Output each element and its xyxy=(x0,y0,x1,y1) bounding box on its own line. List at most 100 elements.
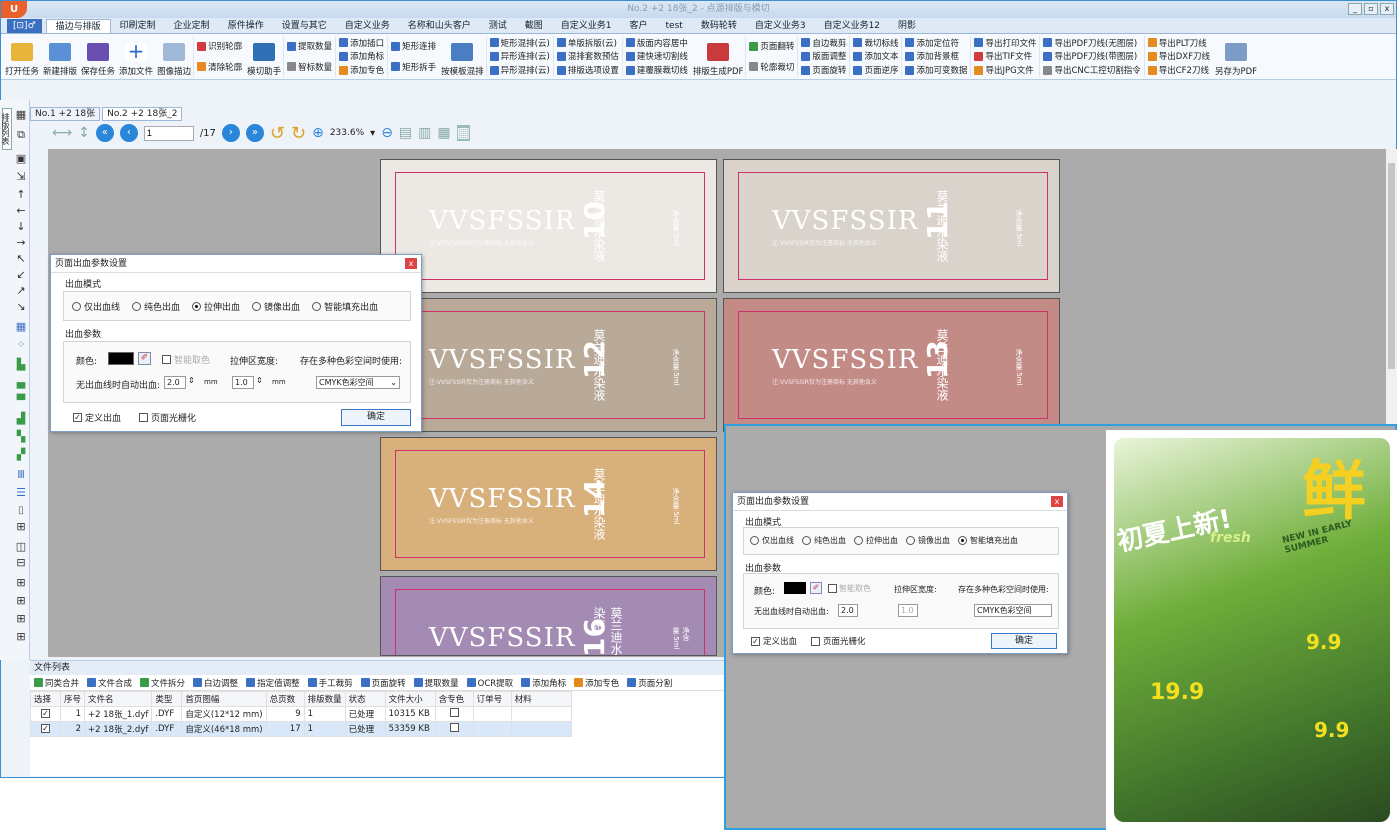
view-double-icon[interactable]: ▥ xyxy=(418,125,431,141)
tab-13[interactable]: 自定义业务3 xyxy=(746,19,815,33)
minimize-button[interactable]: _ xyxy=(1348,3,1362,15)
export-tif-button[interactable]: 导出TIF文件 xyxy=(974,50,1036,63)
align-left-icon[interactable]: ▙ xyxy=(15,358,27,371)
tab-4[interactable]: 设置与其它 xyxy=(273,19,336,33)
app-menu-button[interactable]: [⊡]♂ xyxy=(7,19,42,33)
tab-7[interactable]: 测试 xyxy=(480,19,516,33)
page-number-input[interactable] xyxy=(143,125,194,141)
export-cf2-button[interactable]: 导出CF2刀线 xyxy=(1147,64,1210,77)
table-icon[interactable]: ⊞ xyxy=(15,576,27,589)
table4-icon[interactable]: ⊞ xyxy=(15,630,27,643)
rect-split-button[interactable]: 矩形拆手 xyxy=(391,60,436,73)
colorspace-select[interactable]: CMYK色彩空间 ⌄ xyxy=(316,376,400,389)
arrow-ne-icon[interactable]: ↗ xyxy=(15,284,27,297)
auto-bleed-input[interactable]: 2.0 xyxy=(164,376,186,389)
label-card[interactable]: VVSFSSIR 注:VVSFSSIR仅为注册商标 无其他含义 13 莫兰迪水染液 净含… xyxy=(723,298,1060,432)
filelist-tool-10[interactable]: 添加专色 xyxy=(574,677,619,689)
zoom-level[interactable]: 233.6% xyxy=(330,128,364,138)
mode1-radio-2[interactable]: 拉伸出血 xyxy=(192,300,240,313)
new-layout-button[interactable]: 新建排版 xyxy=(41,36,79,77)
tab-10[interactable]: 客户 xyxy=(621,19,657,33)
col-header[interactable]: 总页数 xyxy=(265,691,305,707)
col-header[interactable]: 含专色 xyxy=(434,691,474,707)
tab-8[interactable]: 截图 xyxy=(516,19,552,33)
mode1-radio-4[interactable]: 智能填充出血 xyxy=(312,300,378,313)
doc-tab-1[interactable]: No.1 +2 18张 xyxy=(30,107,101,121)
shape-tile-cloud-button[interactable]: 异形连排(云) xyxy=(489,50,550,63)
rotate-right-icon[interactable]: ↻ xyxy=(291,123,306,144)
zoom-in-icon[interactable]: ⊕ xyxy=(312,125,324,141)
col-header[interactable]: 序号 xyxy=(59,691,86,707)
row-count[interactable]: 1 xyxy=(303,721,346,737)
last-page-icon[interactable]: » xyxy=(245,124,264,142)
layout-options-button[interactable]: 排版选项设置 xyxy=(556,64,619,77)
view-single-icon[interactable]: ▤ xyxy=(399,125,412,141)
tab-3[interactable]: 原件操作 xyxy=(219,19,273,33)
dialog-close-button[interactable]: x xyxy=(405,258,417,269)
col-header[interactable]: 排版数量 xyxy=(303,691,346,707)
arrow-se-icon[interactable]: ↘ xyxy=(15,300,27,313)
table3-icon[interactable]: ⊞ xyxy=(15,612,27,625)
rows-icon[interactable]: ☰ xyxy=(15,486,27,499)
align-bottom-icon[interactable]: ▄ xyxy=(15,376,27,389)
tab-15[interactable]: 阴影 xyxy=(889,19,925,33)
col-header[interactable]: 首页图幅 xyxy=(181,691,267,707)
eyedropper2-icon[interactable]: ✐ xyxy=(810,582,822,594)
tab-2[interactable]: 企业定制 xyxy=(165,19,219,33)
mode2-radio-2[interactable]: 拉伸出血 xyxy=(854,535,898,546)
box-icon[interactable]: ◫ xyxy=(15,540,27,553)
export-pdf-nolayer-button[interactable]: 导出PDF刀线(无图层) xyxy=(1043,36,1140,49)
row-material[interactable] xyxy=(510,721,572,737)
single-split-button[interactable]: 单版拆版(云) xyxy=(556,36,619,49)
distribute-icon[interactable]: ⁘ xyxy=(15,338,27,351)
page-rotate-button[interactable]: 页面旋转 xyxy=(801,64,846,77)
fit-width-icon[interactable]: ⟷ xyxy=(52,125,72,141)
auto-input-2[interactable]: 2.0 xyxy=(838,604,858,617)
rotate-left-icon[interactable]: ↺ xyxy=(270,123,285,144)
export-jpg-button[interactable]: 导出JPG文件 xyxy=(974,64,1036,77)
first-page-icon[interactable]: « xyxy=(95,124,114,142)
filelist-tool-3[interactable]: 白边调整 xyxy=(193,677,238,689)
die-cut-helper-button[interactable]: 模切助手 xyxy=(245,36,283,77)
custom-bleed-checkbox[interactable]: ✓ 定义出血 xyxy=(73,411,121,424)
tab-1[interactable]: 印刷定制 xyxy=(111,19,165,33)
label-card[interactable]: VVSFSSIR 注:VVSFSSIR仅为注册商标 无其他含义 14 莫兰迪水染液 净含… xyxy=(380,437,717,571)
table-row[interactable]: ✓ 1 +2 18张_1.dyf .DYF 自定义(12*12 mm) 9 1 已处理 1031… xyxy=(30,706,572,722)
columns-icon[interactable]: Ⅲ xyxy=(15,468,27,481)
template-mix-button[interactable]: 按模板混排 xyxy=(439,36,486,77)
row-spot-checkbox[interactable] xyxy=(434,721,474,737)
generate-pdf-button[interactable]: 排版生成PDF xyxy=(691,36,746,77)
arrow-left-icon[interactable]: ← xyxy=(15,204,27,217)
side-tab-layout-list[interactable]: 排版列表 xyxy=(1,108,12,150)
close-button[interactable]: x xyxy=(1380,3,1394,15)
spinner-icon[interactable]: ⇕ xyxy=(188,376,195,385)
export-plt-button[interactable]: 导出PLT刀线 xyxy=(1147,36,1210,49)
filelist-tool-4[interactable]: 指定值调整 xyxy=(246,677,300,689)
arrow-right-icon[interactable]: → xyxy=(15,236,27,249)
page-reverse-button[interactable]: 页面逆序 xyxy=(853,64,898,77)
table-row[interactable]: ✓ 2 +2 18张_2.dyf .DYF 自定义(46*18 mm) 17 1 已处理 533… xyxy=(30,721,572,737)
align-middle-icon[interactable]: ▞ xyxy=(15,448,27,461)
scroll-thumb[interactable] xyxy=(1388,163,1395,369)
export-cnc-button[interactable]: 导出CNC工控切割指令 xyxy=(1043,64,1141,77)
dialog2-close-button[interactable]: x xyxy=(1051,496,1063,507)
filelist-tool-5[interactable]: 手工裁剪 xyxy=(307,677,353,689)
filelist-tool-9[interactable]: 添加角标 xyxy=(521,677,566,689)
col-header[interactable]: 材料 xyxy=(510,691,572,707)
row-count[interactable]: 1 xyxy=(303,706,346,722)
spinner2-icon[interactable]: ⇕ xyxy=(256,376,263,385)
tab-9[interactable]: 自定义业务1 xyxy=(552,19,621,33)
arrow-up-icon[interactable]: ↑ xyxy=(15,188,27,201)
select-icon[interactable]: ▣ xyxy=(15,152,27,165)
extract-count-button[interactable]: 提取数量 xyxy=(287,40,332,53)
smart-color-checkbox[interactable]: 智能取色 xyxy=(162,353,210,366)
tab-0[interactable]: 描边与排版 xyxy=(45,19,111,33)
row-spot-checkbox[interactable] xyxy=(434,706,474,722)
view-multi-icon[interactable]: ▦ xyxy=(437,125,450,141)
rasterize-checkbox-2[interactable]: 页面光栅化 xyxy=(811,635,866,647)
add-text-button[interactable]: 添加文本 xyxy=(853,50,898,63)
mode2-radio-4[interactable]: 智能填充出血 xyxy=(958,535,1018,546)
grid-icon[interactable]: ▦ xyxy=(15,108,27,121)
rasterize-checkbox[interactable]: 页面光栅化 xyxy=(139,411,196,424)
align-grid-icon[interactable]: ▦ xyxy=(15,320,27,333)
